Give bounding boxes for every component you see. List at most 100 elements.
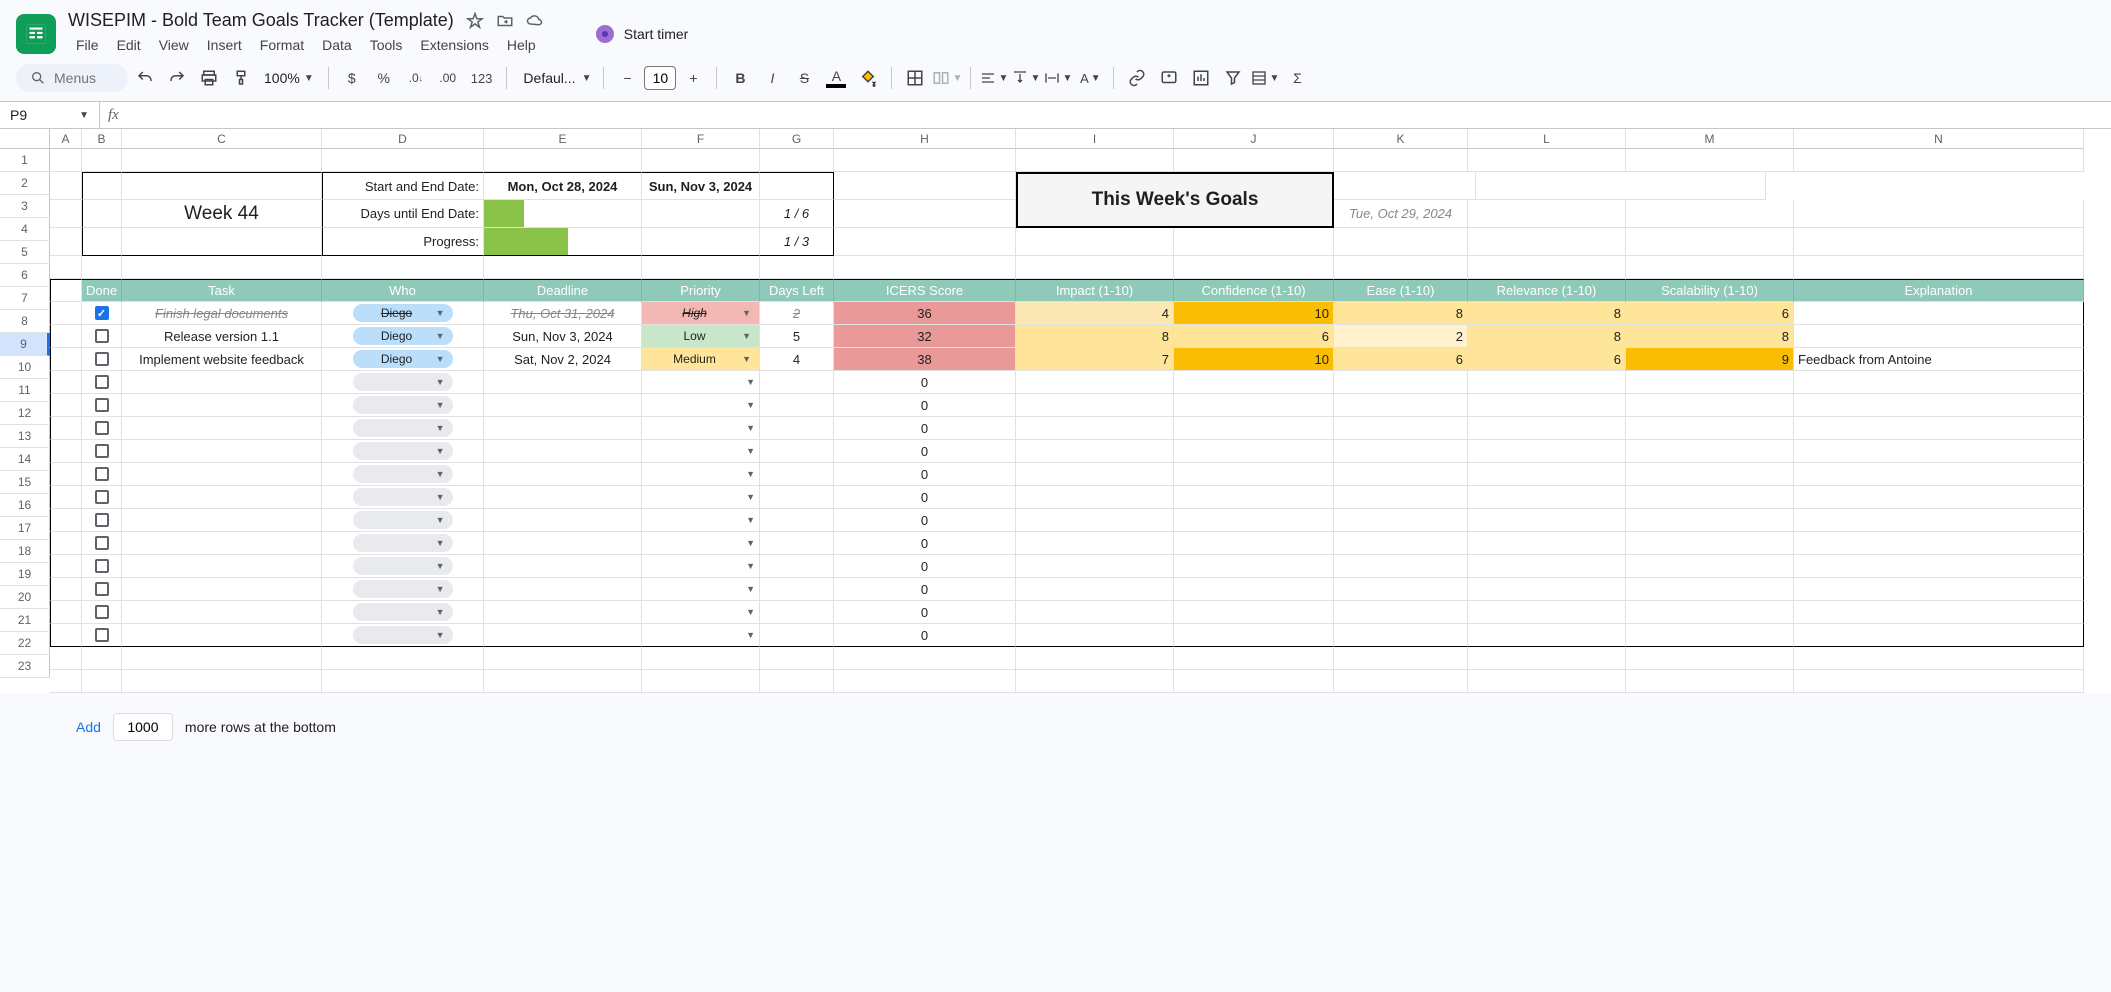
who-chip[interactable]: ▼ <box>322 624 484 647</box>
cell[interactable] <box>1174 394 1334 417</box>
done-checkbox[interactable] <box>82 325 122 348</box>
col-header[interactable]: I <box>1016 129 1174 149</box>
done-checkbox[interactable] <box>82 348 122 371</box>
who-chip[interactable]: ▼ <box>322 532 484 555</box>
cell[interactable] <box>1334 624 1468 647</box>
done-checkbox[interactable] <box>82 578 122 601</box>
ease[interactable]: 8 <box>1334 302 1468 325</box>
cell[interactable] <box>484 417 642 440</box>
borders-button[interactable] <box>900 63 930 93</box>
relevance[interactable]: 8 <box>1468 302 1626 325</box>
relevance[interactable]: 6 <box>1468 348 1626 371</box>
cell[interactable] <box>50 440 82 463</box>
priority-chip[interactable]: ▼ <box>642 486 760 509</box>
priority-chip[interactable]: ▼ <box>642 509 760 532</box>
cell[interactable] <box>834 172 1016 200</box>
undo-button[interactable] <box>130 63 160 93</box>
row-header[interactable]: 23 <box>0 655 50 678</box>
col-header[interactable]: N <box>1794 129 2084 149</box>
cell[interactable] <box>760 371 834 394</box>
impact[interactable]: 7 <box>1016 348 1174 371</box>
cell[interactable] <box>760 440 834 463</box>
menu-extensions[interactable]: Extensions <box>412 33 496 57</box>
row-header[interactable]: 5 <box>0 241 50 264</box>
cell[interactable] <box>1174 670 1334 693</box>
col-header[interactable]: D <box>322 129 484 149</box>
cell[interactable] <box>760 532 834 555</box>
cell[interactable] <box>122 149 322 172</box>
col-header[interactable]: H <box>834 129 1016 149</box>
cell[interactable] <box>1626 149 1794 172</box>
v-align-button[interactable]: ▼ <box>1011 63 1041 93</box>
done-checkbox[interactable] <box>82 371 122 394</box>
icers-score[interactable]: 0 <box>834 555 1016 578</box>
sheets-logo-icon[interactable] <box>16 14 56 54</box>
cell[interactable] <box>760 486 834 509</box>
done-checkbox[interactable] <box>82 532 122 555</box>
cell[interactable] <box>50 555 82 578</box>
cell[interactable] <box>484 440 642 463</box>
doc-title[interactable]: WISEPIM - Bold Team Goals Tracker (Templ… <box>68 10 454 31</box>
cell[interactable] <box>1016 394 1174 417</box>
cell[interactable] <box>322 256 484 279</box>
col-header[interactable]: B <box>82 129 122 149</box>
row-header[interactable]: 12 <box>0 402 50 425</box>
cell[interactable] <box>1016 601 1174 624</box>
who-chip[interactable]: ▼ <box>322 394 484 417</box>
cell[interactable] <box>1794 486 2084 509</box>
priority-chip[interactable]: Low▼ <box>642 325 760 348</box>
cell[interactable] <box>82 172 122 200</box>
cell[interactable] <box>834 200 1016 228</box>
menu-file[interactable]: File <box>68 33 107 57</box>
cell[interactable] <box>484 555 642 578</box>
decrease-font-button[interactable]: − <box>612 63 642 93</box>
col-header[interactable]: L <box>1468 129 1626 149</box>
cell[interactable] <box>1626 440 1794 463</box>
who-chip[interactable]: ▼ <box>322 578 484 601</box>
done-checkbox[interactable] <box>82 509 122 532</box>
cell[interactable] <box>122 647 322 670</box>
cell[interactable] <box>1016 371 1174 394</box>
ease[interactable]: 6 <box>1334 348 1468 371</box>
cell[interactable] <box>1334 670 1468 693</box>
cell[interactable] <box>1334 417 1468 440</box>
row-header[interactable]: 7 <box>0 287 50 310</box>
move-folder-icon[interactable] <box>496 12 514 30</box>
cell[interactable] <box>484 149 642 172</box>
font-size-input[interactable] <box>644 66 676 90</box>
confidence[interactable]: 10 <box>1174 302 1334 325</box>
row-header[interactable]: 8 <box>0 310 50 333</box>
done-checkbox[interactable] <box>82 463 122 486</box>
row-header[interactable]: 18 <box>0 540 50 563</box>
cell[interactable] <box>50 200 82 228</box>
cell[interactable] <box>1174 256 1334 279</box>
row-header[interactable]: 1 <box>0 149 50 172</box>
cell[interactable] <box>1334 509 1468 532</box>
cell[interactable] <box>1016 647 1174 670</box>
cell[interactable] <box>82 149 122 172</box>
icers-score[interactable]: 38 <box>834 348 1016 371</box>
cell[interactable] <box>760 578 834 601</box>
cell[interactable] <box>1476 172 1766 200</box>
cell[interactable] <box>50 302 82 325</box>
done-checkbox[interactable] <box>82 302 122 325</box>
cell[interactable] <box>1016 509 1174 532</box>
who-chip[interactable]: ▼ <box>322 463 484 486</box>
timer-button[interactable]: Start timer <box>596 25 689 43</box>
cell[interactable] <box>50 149 82 172</box>
col-header[interactable]: G <box>760 129 834 149</box>
icers-score[interactable]: 36 <box>834 302 1016 325</box>
paint-format-button[interactable] <box>226 63 256 93</box>
cell[interactable] <box>1334 463 1468 486</box>
cell[interactable] <box>122 578 322 601</box>
priority-chip[interactable]: ▼ <box>642 371 760 394</box>
cell[interactable] <box>1468 670 1626 693</box>
h-align-button[interactable]: ▼ <box>979 63 1009 93</box>
cell[interactable] <box>122 172 322 200</box>
col-header[interactable]: K <box>1334 129 1468 149</box>
cell[interactable] <box>1016 256 1174 279</box>
days-left[interactable]: 2 <box>760 302 834 325</box>
cell[interactable] <box>760 647 834 670</box>
cell[interactable] <box>1794 440 2084 463</box>
cell[interactable] <box>1174 555 1334 578</box>
